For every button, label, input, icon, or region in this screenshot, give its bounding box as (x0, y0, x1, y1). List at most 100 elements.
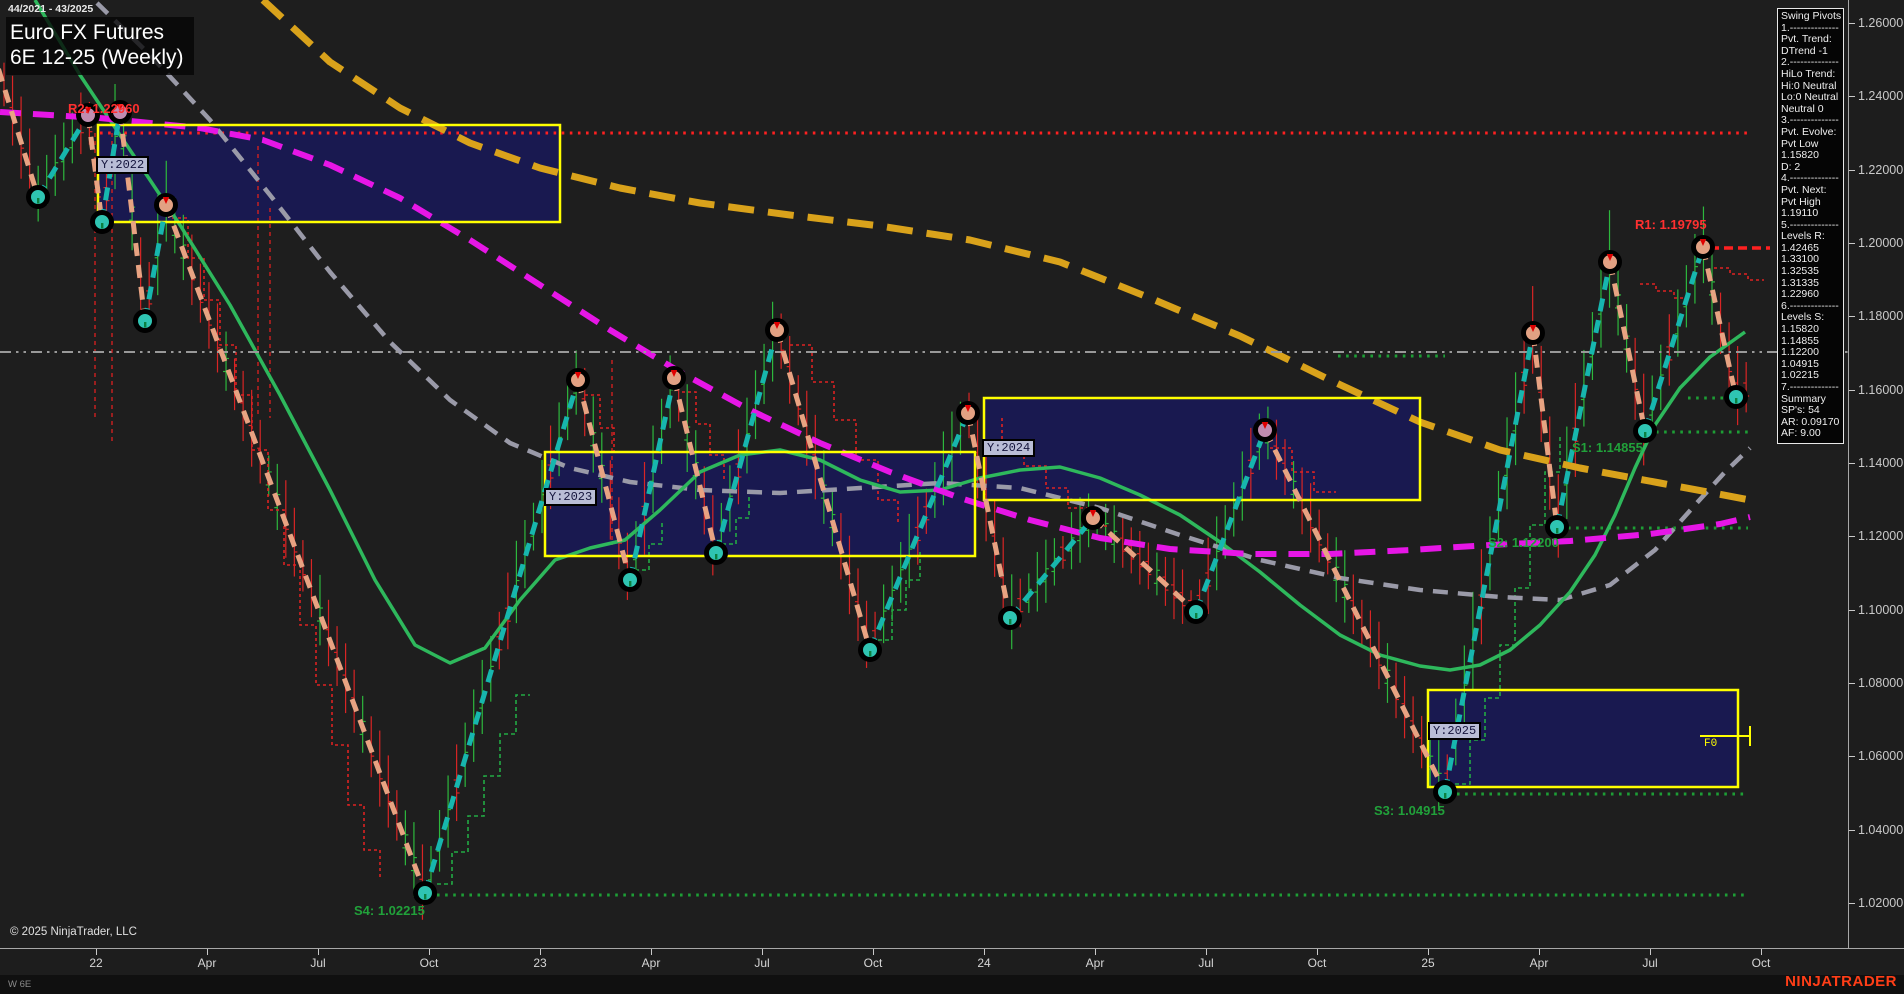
time-tick-mark (651, 949, 652, 955)
price-tick-mark (1848, 463, 1855, 464)
instrument-title-line2: 6E 12-25 (Weekly) (10, 46, 184, 69)
pivot-low-marker (26, 185, 50, 209)
time-tick-label: 25 (1421, 956, 1435, 970)
pivot-low-marker (618, 568, 642, 592)
pivot-panel-line: Pvt Low (1781, 138, 1819, 150)
time-tick-label: Oct (863, 956, 883, 970)
pivot-panel-line: Hi:0 Neutral (1781, 80, 1837, 92)
time-tick-label: Jul (754, 956, 770, 970)
price-tick-label: 1.02000 (1858, 896, 1904, 910)
pivot-low-marker (1433, 780, 1457, 804)
pivot-low-marker (133, 309, 157, 333)
price-tick-mark (1848, 96, 1855, 97)
time-tick-mark (1428, 949, 1429, 955)
time-tick-mark (1317, 949, 1318, 955)
instrument-title: Euro FX Futures 6E 12-25 (Weekly) (6, 17, 194, 75)
time-tick-label: Oct (1307, 956, 1327, 970)
time-tick-mark (1539, 949, 1540, 955)
pivot-level-label-s3: S3: 1.04915 (1374, 803, 1445, 818)
pivot-panel-line: 3.-------------- (1781, 115, 1839, 127)
pivot-panel-line: 1.33100 (1781, 254, 1819, 266)
copyright-text: © 2025 NinjaTrader, LLC (10, 926, 137, 938)
price-tick-mark (1848, 610, 1855, 611)
pivot-panel-line: 1.31335 (1781, 277, 1819, 289)
bottom-strip (0, 975, 1904, 994)
price-tick-mark (1848, 390, 1855, 391)
pivot-panel-line: 1.32535 (1781, 266, 1819, 278)
year-boxes-fill (98, 125, 1738, 787)
instrument-title-line1: Euro FX Futures (10, 21, 165, 44)
price-tick-label: 1.22000 (1858, 163, 1904, 177)
time-axis[interactable]: 22 Apr Jul Oct 23 Apr Jul Oct 24 Apr Jul Oct 25 Apr Ju… (0, 949, 1904, 975)
pivot-panel-line: 1.12200 (1781, 347, 1819, 359)
pivot-panel-line: Summary (1781, 393, 1826, 405)
price-tick-mark (1848, 683, 1855, 684)
price-tick-label: 1.04000 (1858, 823, 1904, 837)
pivot-level-label-r1: R1: 1.19795 (1635, 217, 1707, 232)
pivot-panel-line: 1.15820 (1781, 150, 1819, 162)
time-tick-mark (1095, 949, 1096, 955)
pivot-panel-line: 1.04915 (1781, 358, 1819, 370)
time-tick-label: Jul (1198, 956, 1214, 970)
pivot-panel-line: AR: 0.09170 (1781, 416, 1840, 428)
pivot-panel-line: Lo:0 Neutral (1781, 92, 1839, 104)
visible-range-label: 44/2021 - 43/2025 (8, 3, 94, 15)
time-tick-mark (96, 949, 97, 955)
time-tick-mark (762, 949, 763, 955)
price-tick-mark (1848, 316, 1855, 317)
price-tick-label: 1.10000 (1858, 603, 1904, 617)
chart-area[interactable]: 44/2021 - 43/2025 Euro FX Futures 6E 12-… (0, 0, 1848, 948)
pivot-low-marker (998, 606, 1022, 630)
time-tick-label: Oct (419, 956, 439, 970)
pivot-panel-line: 5.-------------- (1781, 219, 1839, 231)
interval-label: W 6E (8, 979, 32, 990)
pivot-panel-line: Levels S: (1781, 312, 1825, 324)
pivot-panel-line: 6.-------------- (1781, 300, 1839, 312)
pivot-low-marker (1724, 385, 1748, 409)
pivot-panel-line: Swing Pivots (1781, 11, 1842, 22)
pivot-panel-line: 1.15820 (1781, 324, 1819, 336)
pivot-panel-line: 1.42465 (1781, 242, 1819, 254)
pivot-panel-line: 1.22960 (1781, 289, 1819, 301)
pivot-panel-line: 2.-------------- (1781, 57, 1839, 69)
time-tick-mark (1761, 949, 1762, 955)
pivot-low-marker (1184, 600, 1208, 624)
price-tick-mark (1848, 756, 1855, 757)
price-tick-mark (1848, 536, 1855, 537)
pivot-panel-line: 1.19110 (1781, 208, 1819, 220)
pivot-panel-line: DTrend -1 (1781, 45, 1828, 57)
price-tick-label: 1.20000 (1858, 236, 1904, 250)
pivot-panel-line: D: 2 (1781, 161, 1801, 173)
price-tick-mark (1848, 903, 1855, 904)
pivot-low-marker (1545, 515, 1569, 539)
price-tick-label: 1.18000 (1858, 309, 1904, 323)
time-tick-label: 23 (533, 956, 547, 970)
pivot-panel-line: 1.14855 (1781, 335, 1819, 347)
year-box-label-2024: Y:2024 (982, 439, 1036, 457)
chart-canvas[interactable] (0, 0, 1848, 948)
pivot-panel-line: Neutral 0 (1781, 103, 1824, 115)
price-tick-label: 1.26000 (1858, 16, 1904, 30)
pivot-panel-line: Pvt. Trend: (1781, 34, 1832, 46)
price-axis[interactable]: 1.26000 1.24000 1.22000 1.20000 1.18000 1.160… (1848, 0, 1904, 948)
pivot-panel-line: 1.-------------- (1781, 22, 1839, 34)
pivot-panel-line: 1.02215 (1781, 370, 1819, 382)
time-tick-label: Apr (641, 956, 661, 970)
time-tick-mark (1206, 949, 1207, 955)
price-tick-mark (1848, 243, 1855, 244)
chart-window: 44/2021 - 43/2025 Euro FX Futures 6E 12-… (0, 0, 1904, 994)
time-tick-label: Apr (197, 956, 217, 970)
pivot-low-marker (858, 638, 882, 662)
pivot-level-label-s2: S2: 1.12200 (1488, 535, 1559, 550)
pivot-panel-line: AF: 9.00 (1781, 428, 1821, 440)
time-axis-border (0, 948, 1904, 949)
year-box-label-2023: Y:2023 (544, 488, 598, 506)
time-tick-label: Oct (1751, 956, 1771, 970)
pivot-panel-line: HiLo Trend: (1781, 68, 1836, 80)
price-tick-label: 1.24000 (1858, 89, 1904, 103)
time-tick-mark (207, 949, 208, 955)
pivot-low-marker (704, 541, 728, 565)
time-tick-label: Jul (1642, 956, 1658, 970)
price-tick-label: 1.14000 (1858, 456, 1904, 470)
price-tick-label: 1.06000 (1858, 749, 1904, 763)
